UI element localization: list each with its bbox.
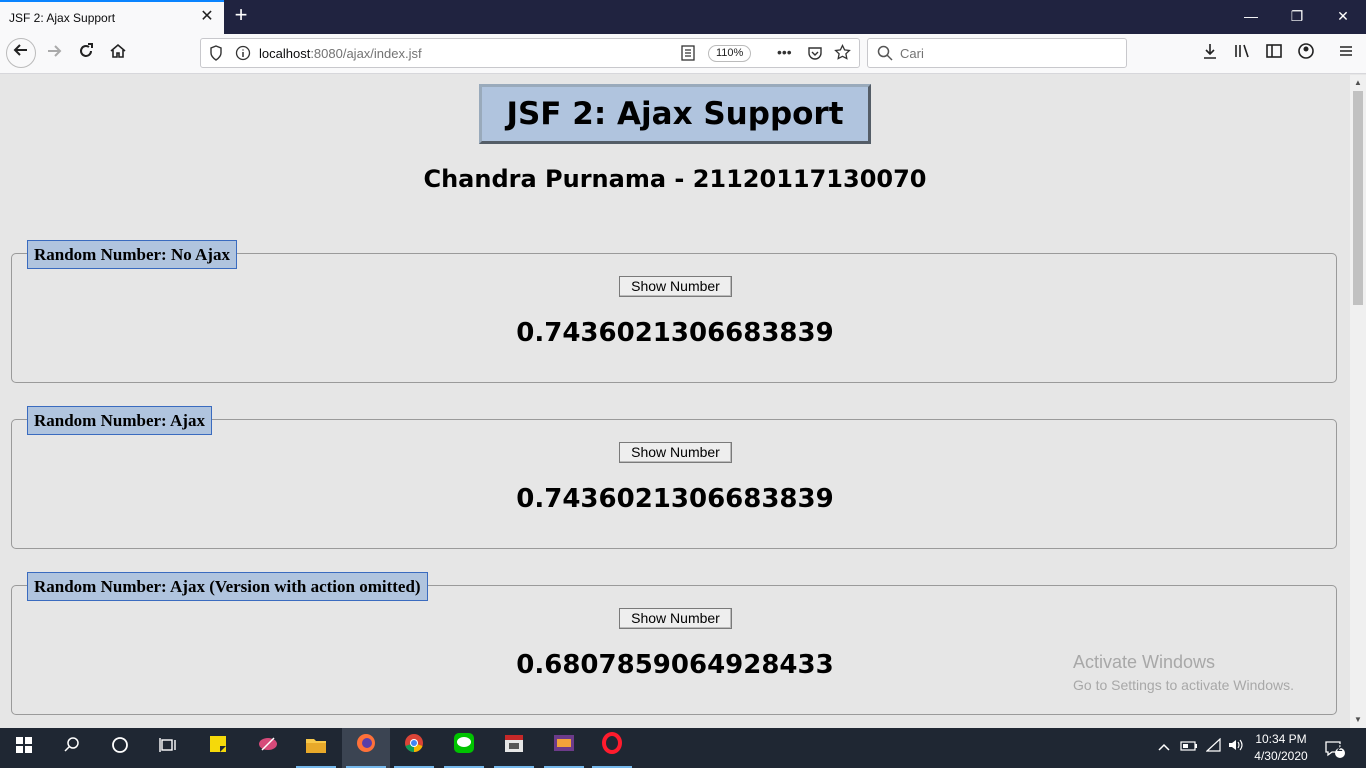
windows-start-icon[interactable]	[0, 728, 48, 768]
calendar-app-icon[interactable]	[490, 728, 538, 768]
forward-arrow-icon[interactable]	[40, 40, 68, 68]
scroll-up-icon[interactable]: ▲	[1353, 78, 1363, 87]
reload-icon[interactable]	[72, 40, 100, 68]
show-number-button[interactable]: Show Number	[619, 608, 732, 629]
library-icon[interactable]	[1228, 40, 1256, 68]
battery-icon[interactable]	[1180, 728, 1198, 768]
info-icon[interactable]	[235, 45, 251, 66]
reader-view-icon[interactable]	[681, 45, 695, 66]
chrome-icon[interactable]	[390, 728, 438, 768]
sidebar-icon[interactable]	[1260, 40, 1288, 68]
menu-icon[interactable]	[1332, 40, 1360, 68]
search-icon	[877, 45, 893, 66]
section-legend: Random Number: No Ajax	[27, 240, 237, 269]
section-ajax: Random Number: Ajax Show Number 0.743602…	[11, 406, 1337, 549]
tab-close-icon[interactable]: ✕	[198, 8, 216, 26]
back-arrow-icon[interactable]	[6, 38, 36, 68]
url-text[interactable]: localhost:8080/ajax/index.jsf	[259, 46, 422, 61]
search-icon[interactable]	[48, 728, 96, 768]
page-subtitle: Chandra Purnama - 21120117130070	[423, 165, 927, 193]
game-app-icon[interactable]	[540, 728, 588, 768]
show-number-button[interactable]: Show Number	[619, 442, 732, 463]
vertical-scrollbar[interactable]: ▲ ▼	[1350, 75, 1366, 728]
home-icon[interactable]	[104, 40, 132, 68]
url-path: :8080/ajax/index.jsf	[310, 46, 422, 61]
taskbar: 10:34 PM 4/30/2020 2	[0, 728, 1366, 768]
section-ajax-no-action: Random Number: Ajax (Version with action…	[11, 572, 1337, 715]
activation-watermark-text: Go to Settings to activate Windows.	[1073, 677, 1294, 693]
network-icon[interactable]	[1205, 728, 1222, 768]
minimize-button[interactable]: —	[1228, 0, 1274, 34]
scroll-down-icon[interactable]: ▼	[1353, 715, 1363, 724]
file-explorer-icon[interactable]	[292, 728, 340, 768]
page-actions-icon[interactable]: •••	[777, 44, 792, 60]
random-number: 0.7436021306683839	[516, 484, 834, 514]
clock-date: 4/30/2020	[1254, 749, 1308, 763]
task-view-icon[interactable]	[144, 728, 192, 768]
search-input[interactable]: Cari	[900, 46, 924, 61]
search-bar[interactable]: Cari	[867, 38, 1127, 68]
section-no-ajax: Random Number: No Ajax Show Number 0.743…	[11, 240, 1337, 383]
line-app-icon[interactable]	[440, 728, 488, 768]
system-clock[interactable]: 10:34 PM 4/30/2020	[1248, 731, 1314, 765]
opera-icon[interactable]	[588, 728, 636, 768]
snipping-tool-icon[interactable]	[244, 728, 292, 768]
url-host: localhost	[259, 46, 311, 61]
notification-count: 2	[1337, 743, 1343, 754]
browser-tab[interactable]: JSF 2: Ajax Support ✕	[0, 0, 224, 34]
shield-icon[interactable]	[209, 45, 223, 66]
clock-time: 10:34 PM	[1255, 732, 1307, 746]
activation-watermark-title: Activate Windows	[1073, 652, 1216, 672]
page-content: JSF 2: Ajax Support Chandra Purnama - 21…	[0, 75, 1350, 728]
sticky-notes-icon[interactable]	[194, 728, 242, 768]
account-icon[interactable]	[1292, 40, 1320, 68]
tab-title: JSF 2: Ajax Support	[9, 11, 116, 25]
pocket-icon[interactable]	[807, 45, 823, 66]
bookmark-star-icon[interactable]	[834, 43, 851, 66]
action-center-icon[interactable]: 2	[1324, 728, 1348, 768]
section-legend: Random Number: Ajax (Version with action…	[27, 572, 428, 601]
url-bar[interactable]: localhost:8080/ajax/index.jsf 110% •••	[200, 38, 860, 68]
zoom-level[interactable]: 110%	[708, 45, 752, 62]
restore-button[interactable]: ❐	[1274, 0, 1320, 34]
scroll-thumb[interactable]	[1353, 91, 1363, 305]
random-number: 0.7436021306683839	[516, 318, 834, 348]
download-icon[interactable]	[1196, 40, 1224, 68]
page-title: JSF 2: Ajax Support	[479, 84, 871, 144]
new-tab-icon[interactable]: +	[230, 4, 252, 27]
show-number-button[interactable]: Show Number	[619, 276, 732, 297]
cortana-icon[interactable]	[96, 728, 144, 768]
firefox-icon[interactable]	[342, 728, 390, 768]
section-legend: Random Number: Ajax	[27, 406, 212, 435]
title-bar: JSF 2: Ajax Support ✕ + — ❐ ✕	[0, 0, 1366, 34]
close-window-button[interactable]: ✕	[1320, 0, 1366, 34]
show-hidden-icons-icon[interactable]	[1157, 728, 1171, 768]
volume-icon[interactable]	[1228, 728, 1244, 768]
